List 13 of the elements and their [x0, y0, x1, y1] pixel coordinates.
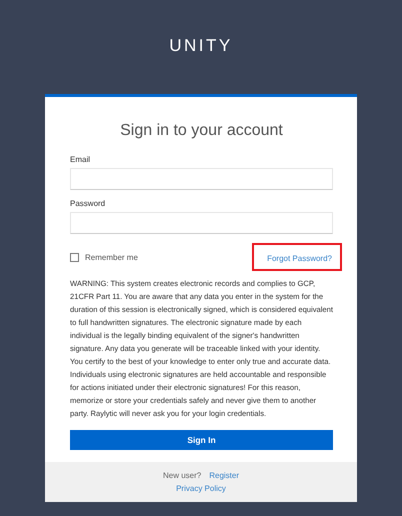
input-field[interactable]: [70, 168, 333, 190]
form-heading: Sign in to your account: [119, 121, 284, 141]
remember-label: Remember me: [85, 252, 138, 262]
remember-checkbox[interactable]: [70, 252, 79, 262]
input-field[interactable]: [70, 212, 333, 234]
sign-in-button[interactable]: Sign In: [70, 430, 333, 450]
new-user-text: New user?: [162, 471, 202, 480]
field-label: Email: [70, 155, 90, 164]
brand-title: UNITY: [168, 36, 234, 56]
privacy-policy-link[interactable]: Privacy Policy: [176, 484, 226, 493]
register-link[interactable]: Register: [209, 471, 240, 480]
field-label: Password: [70, 199, 106, 208]
forgot-password-link[interactable]: Forgot Password?: [267, 254, 332, 263]
